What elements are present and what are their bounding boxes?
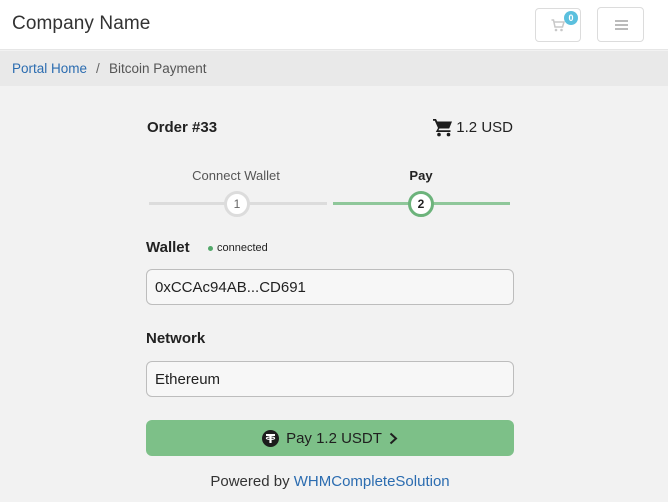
powered-by-link[interactable]: WHMCompleteSolution (294, 473, 450, 490)
breadcrumb-home-link[interactable]: Portal Home (12, 61, 87, 76)
step-2-indicator: 2 (408, 191, 434, 217)
cart-button[interactable]: 0 (535, 8, 581, 42)
order-title: Order #33 (147, 119, 218, 136)
wallet-status-text: connected (217, 242, 268, 254)
network-field[interactable] (146, 361, 514, 397)
wallet-address-field[interactable] (146, 269, 514, 305)
brand-name[interactable]: Company Name (12, 13, 150, 35)
status-dot-icon (208, 245, 213, 251)
order-amount: 1.2 USD (433, 116, 513, 138)
cart-icon (433, 118, 453, 136)
network-label: Network (146, 330, 206, 347)
step-connect-wallet-label: Connect Wallet (192, 168, 280, 183)
powered-by: Powered by WHMCompleteSolution (146, 473, 514, 490)
step-1-indicator: 1 (224, 191, 250, 217)
menu-button[interactable] (597, 7, 644, 42)
wallet-status: connected (208, 242, 268, 254)
step-pay-label: Pay (409, 168, 433, 183)
order-amount-value: 1.2 USD (456, 118, 513, 136)
chevron-right-icon (389, 432, 398, 444)
cart-count-badge: 0 (564, 11, 578, 25)
pay-button-label: Pay 1.2 USDT (286, 429, 382, 447)
wallet-label: Wallet (146, 239, 190, 256)
powered-by-text: Powered by (210, 473, 290, 490)
cart-icon (551, 19, 565, 32)
tether-icon (262, 429, 280, 447)
breadcrumb: Portal Home / Bitcoin Payment (0, 51, 668, 86)
top-navbar: Company Name 0 (0, 0, 668, 50)
pay-button[interactable]: Pay 1.2 USDT (146, 420, 514, 456)
breadcrumb-current: Bitcoin Payment (109, 61, 207, 76)
breadcrumb-separator: / (96, 61, 100, 76)
